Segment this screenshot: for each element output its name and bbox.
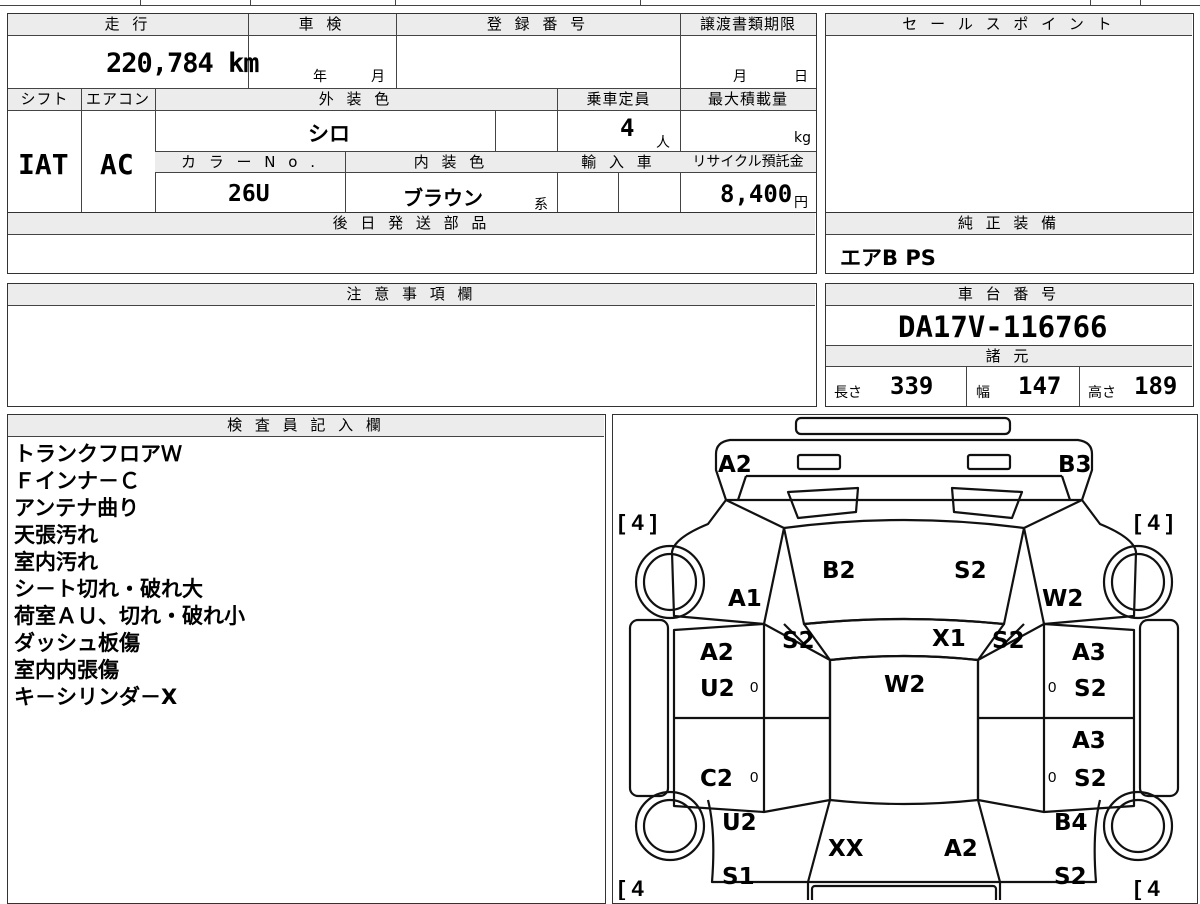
mark-hood-left: B2 xyxy=(822,558,856,584)
capacity-unit: 人 xyxy=(656,135,670,151)
ac-value: AC xyxy=(100,148,134,181)
note-line: キ－シリンダ－X xyxy=(14,685,178,709)
mark-left-front-door-1: A2 xyxy=(700,640,734,666)
note-line: 室内汚れ xyxy=(14,550,98,574)
import-header: 輸 入 車 xyxy=(557,151,680,173)
length-label: 長さ xyxy=(834,385,862,401)
transfer-day: 日 xyxy=(794,69,808,85)
mark-right-rear-door-1: A3 xyxy=(1072,728,1106,754)
top-cut-row xyxy=(0,0,1200,6)
mark-right-front-door-2: S2 xyxy=(1074,676,1107,702)
mark-roof: W2 xyxy=(884,672,925,698)
recycle-fee-unit: 円 xyxy=(794,195,808,211)
recycle-fee-value: 8,400 xyxy=(720,180,793,208)
genuine-equipment-value: エアB PS xyxy=(840,246,936,270)
handle-mark: 0 xyxy=(750,679,758,696)
note-line: 室内内張傷 xyxy=(14,658,119,682)
note-line: 天張汚れ xyxy=(14,523,98,547)
transfer-deadline-header: 譲渡書類期限 xyxy=(680,14,816,36)
inspector-notes-list: トランクフロアＷ Ｆインナ－Ｃ アンテナ曲り 天張汚れ 室内汚れ シ－ト切れ・破… xyxy=(14,441,245,711)
mark-left-front-door-2: U2 xyxy=(700,676,735,702)
recycle-fee-header: リサイクル預託金 xyxy=(680,151,816,173)
mark-left-fender: A1 xyxy=(728,586,762,612)
capacity-header: 乗車定員 xyxy=(557,89,680,111)
mark-right-front-door-1: A3 xyxy=(1072,640,1106,666)
width-label: 幅 xyxy=(976,385,990,401)
sales-point-box: セ ー ル ス ポ イ ン ト xyxy=(825,13,1194,213)
shaken-month: 月 xyxy=(371,69,385,85)
registration-header: 登 録 番 号 xyxy=(396,14,680,36)
shaken-header: 車 検 xyxy=(248,14,396,36)
mark-pillar-left: S2 xyxy=(782,628,815,654)
note-line: 荷室ＡＵ、切れ・破れ小 xyxy=(14,604,245,628)
shaken-year: 年 xyxy=(313,69,327,85)
load-unit: kg xyxy=(794,130,811,146)
later-parts-header: 後 日 発 送 部 品 xyxy=(8,213,815,235)
handle-mark: 0 xyxy=(750,769,758,786)
note-line: シ－ト切れ・破れ大 xyxy=(14,577,203,601)
inspector-header: 検 査 員 記 入 欄 xyxy=(8,415,604,437)
mark-rear-left: XX xyxy=(828,836,864,862)
genuine-equipment-header: 純 正 装 備 xyxy=(826,213,1192,235)
transfer-month: 月 xyxy=(733,69,747,85)
note-line: アンテナ曲り xyxy=(14,496,140,520)
chassis-number: DA17V-116766 xyxy=(898,310,1108,344)
mark-pillar-right: S2 xyxy=(992,628,1025,654)
interior-color-header: 内 装 色 xyxy=(345,151,557,173)
tire-rear-left: [ 4 xyxy=(618,876,644,900)
notes-box: 注 意 事 項 欄 xyxy=(7,283,817,407)
dimensions-header: 諸 元 xyxy=(826,345,1192,367)
mark-right-quarter: B4 xyxy=(1054,810,1088,836)
mark-left-quarter: U2 xyxy=(722,810,757,836)
mileage-header: 走 行 xyxy=(8,14,248,36)
chassis-header: 車 台 番 号 xyxy=(826,284,1192,306)
capacity-value: 4 xyxy=(620,114,635,142)
height-label: 高さ xyxy=(1088,385,1116,401)
height-value: 189 xyxy=(1134,372,1178,400)
inspector-box: 検 査 員 記 入 欄 トランクフロアＷ Ｆインナ－Ｃ アンテナ曲り 天張汚れ … xyxy=(7,414,606,904)
note-line: Ｆインナ－Ｃ xyxy=(14,469,140,493)
spec-table: 走 行 車 検 登 録 番 号 譲渡書類期限 220,784 km 年 月 月 … xyxy=(7,13,817,213)
note-line: ダッシュ板傷 xyxy=(14,631,140,655)
sales-point-header: セ ー ル ス ポ イ ン ト xyxy=(826,14,1192,36)
mark-right-rear-door-2: S2 xyxy=(1074,766,1107,792)
mark-windshield: X1 xyxy=(932,626,966,652)
chassis-box: 車 台 番 号 DA17V-116766 諸 元 長さ 339 幅 147 高さ… xyxy=(825,283,1194,407)
shift-value: IAT xyxy=(18,148,69,181)
mark-top-left: A2 xyxy=(718,452,752,478)
handle-mark: 0 xyxy=(1048,679,1056,696)
car-diagram: [ 4 ] [ 4 ] [ 4 [ 4 A2 B3 B2 S2 A1 W2 S2… xyxy=(618,416,1180,900)
color-no-value: 26U xyxy=(228,181,270,207)
exterior-color-value: シロ xyxy=(308,122,350,146)
mileage-value: 220,784 km xyxy=(106,48,260,79)
mark-bumper-right: S2 xyxy=(1054,864,1087,890)
length-value: 339 xyxy=(890,372,934,400)
later-parts-box: 後 日 発 送 部 品 xyxy=(7,212,817,274)
mark-rear-right: A2 xyxy=(944,836,978,862)
mark-left-rear-door: C2 xyxy=(700,766,733,792)
width-value: 147 xyxy=(1018,372,1062,400)
color-no-header: カ ラ ー N o . xyxy=(155,151,345,173)
tire-front-left: [ 4 ] xyxy=(618,510,657,535)
mark-right-fender: W2 xyxy=(1042,586,1083,612)
mark-hood-right: S2 xyxy=(954,558,987,584)
ac-header: エアコン xyxy=(81,89,155,111)
exterior-color-header: 外 装 色 xyxy=(155,89,557,111)
genuine-equipment-box: 純 正 装 備 エアB PS xyxy=(825,212,1194,274)
tire-rear-right: [ 4 xyxy=(1134,876,1160,900)
interior-color-suffix: 系 xyxy=(534,197,548,213)
handle-mark: 0 xyxy=(1048,769,1056,786)
shift-header: シフト xyxy=(8,89,81,111)
note-line: トランクフロアＷ xyxy=(14,442,182,466)
notes-header: 注 意 事 項 欄 xyxy=(8,284,815,306)
tire-front-right: [ 4 ] xyxy=(1134,510,1173,535)
max-load-header: 最大積載量 xyxy=(680,89,816,111)
interior-color-value: ブラウン xyxy=(403,186,483,210)
mark-bumper-left: S1 xyxy=(722,864,755,890)
mark-top-right: B3 xyxy=(1058,452,1092,478)
